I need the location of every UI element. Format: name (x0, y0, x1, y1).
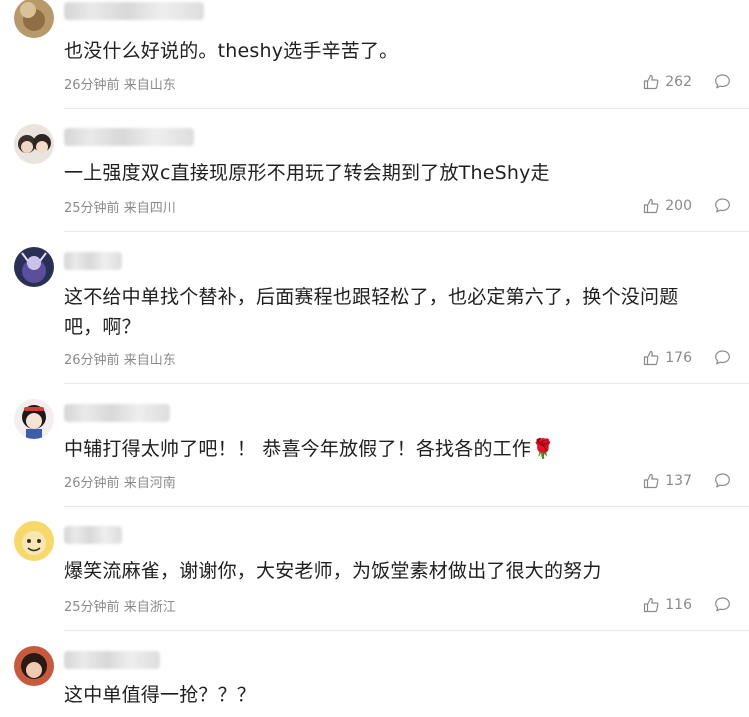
divider (64, 506, 749, 507)
username-blurred[interactable] (64, 404, 170, 422)
divider (64, 231, 749, 232)
comment-bubble-icon (715, 597, 730, 612)
like-count: 200 (665, 197, 692, 214)
username-blurred[interactable] (64, 128, 194, 146)
comment-text: 爆笑流麻雀，谢谢你，大安老师，为饭堂素材做出了很大的努力 (64, 560, 602, 582)
like-button[interactable]: 137 (643, 473, 692, 489)
comment-text: 一上强度双c直接现原形不用玩了转会期到了放TheShy走 (64, 162, 550, 184)
like-count: 176 (665, 349, 692, 366)
avatar[interactable] (14, 521, 54, 561)
comment-actions: 176 (643, 349, 731, 366)
comment-location: 来自山东 (123, 78, 176, 93)
comment-actions: 262 (643, 73, 731, 90)
comment-bubble-icon (715, 198, 730, 213)
like-button[interactable]: 176 (643, 350, 692, 366)
comment-actions: 137 (643, 472, 731, 489)
comment-time: 26分钟前 (64, 78, 120, 93)
comment-text: 中辅打得太帅了吧！！ 恭喜今年放假了！各找各的工作🌹 (64, 438, 555, 460)
thumbs-up-icon (644, 74, 659, 89)
comment-meta: 26分钟前 来自山东 (64, 349, 176, 368)
comment-time: 26分钟前 (64, 476, 120, 491)
comment-text: 这中单值得一抢？？？ (64, 684, 257, 706)
comment-bubble-icon (715, 74, 730, 89)
comment-meta: 26分钟前 来自山东 (64, 74, 176, 93)
avatar[interactable] (14, 247, 54, 287)
username-blurred[interactable] (64, 252, 122, 270)
divider (64, 630, 749, 631)
reply-button[interactable] (714, 596, 731, 613)
divider (64, 108, 749, 109)
comment-meta: 25分钟前 来自四川 (64, 197, 176, 216)
reply-button[interactable] (714, 472, 731, 489)
comment-text: 也没什么好说的。theshy选手辛苦了。 (64, 40, 399, 62)
comment-time: 26分钟前 (64, 353, 120, 368)
divider (64, 383, 749, 384)
comment-time: 25分钟前 (64, 600, 120, 615)
like-count: 116 (665, 596, 692, 613)
reply-button[interactable] (714, 73, 731, 90)
username-blurred[interactable] (64, 651, 160, 669)
thumbs-up-icon (644, 350, 659, 365)
comment-meta: 26分钟前 来自河南 (64, 472, 176, 491)
thumbs-up-icon (644, 597, 659, 612)
avatar[interactable] (14, 646, 54, 686)
comment-meta: 25分钟前 来自浙江 (64, 596, 176, 615)
comment-location: 来自四川 (123, 201, 176, 216)
comment-bubble-icon (715, 473, 730, 488)
like-count: 137 (665, 472, 692, 489)
comment-location: 来自山东 (123, 353, 176, 368)
comment-time: 25分钟前 (64, 201, 120, 216)
comment-bubble-icon (715, 350, 730, 365)
comment-location: 来自河南 (123, 476, 176, 491)
username-blurred[interactable] (64, 526, 122, 544)
like-button[interactable]: 262 (643, 74, 692, 90)
like-count: 262 (665, 73, 692, 90)
comment-location: 来自浙江 (123, 600, 176, 615)
like-button[interactable]: 116 (643, 597, 692, 613)
comment-text: 这不给中单找个替补，后面赛程也跟轻松了，也必定第六了，换个没问题吧，啊？ (64, 286, 679, 338)
reply-button[interactable] (714, 349, 731, 366)
like-button[interactable]: 200 (643, 198, 692, 214)
username-blurred[interactable] (64, 2, 204, 20)
reply-button[interactable] (714, 197, 731, 214)
avatar[interactable] (14, 399, 54, 439)
thumbs-up-icon (644, 198, 659, 213)
avatar[interactable] (14, 0, 54, 38)
comment-actions: 116 (643, 596, 731, 613)
thumbs-up-icon (644, 473, 659, 488)
avatar[interactable] (14, 124, 54, 164)
comment-actions: 200 (643, 197, 731, 214)
